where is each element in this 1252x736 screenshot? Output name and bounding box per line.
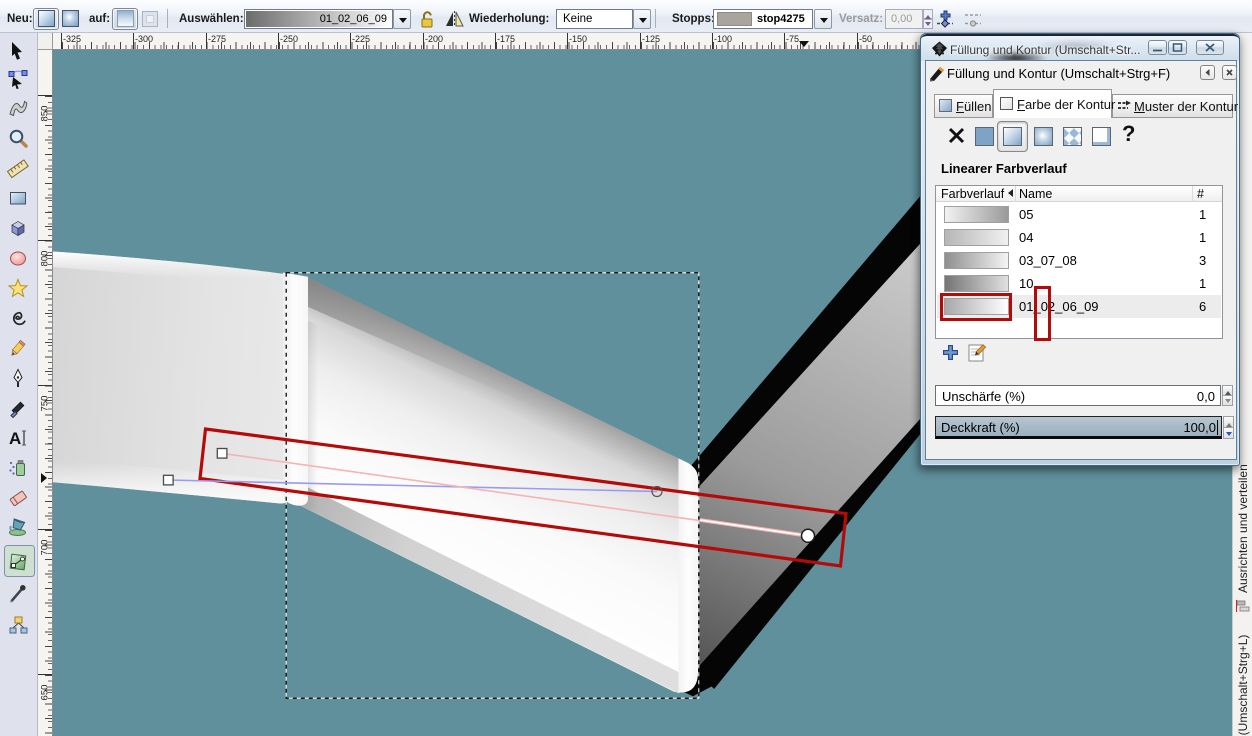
svg-text:A: A	[9, 429, 21, 448]
